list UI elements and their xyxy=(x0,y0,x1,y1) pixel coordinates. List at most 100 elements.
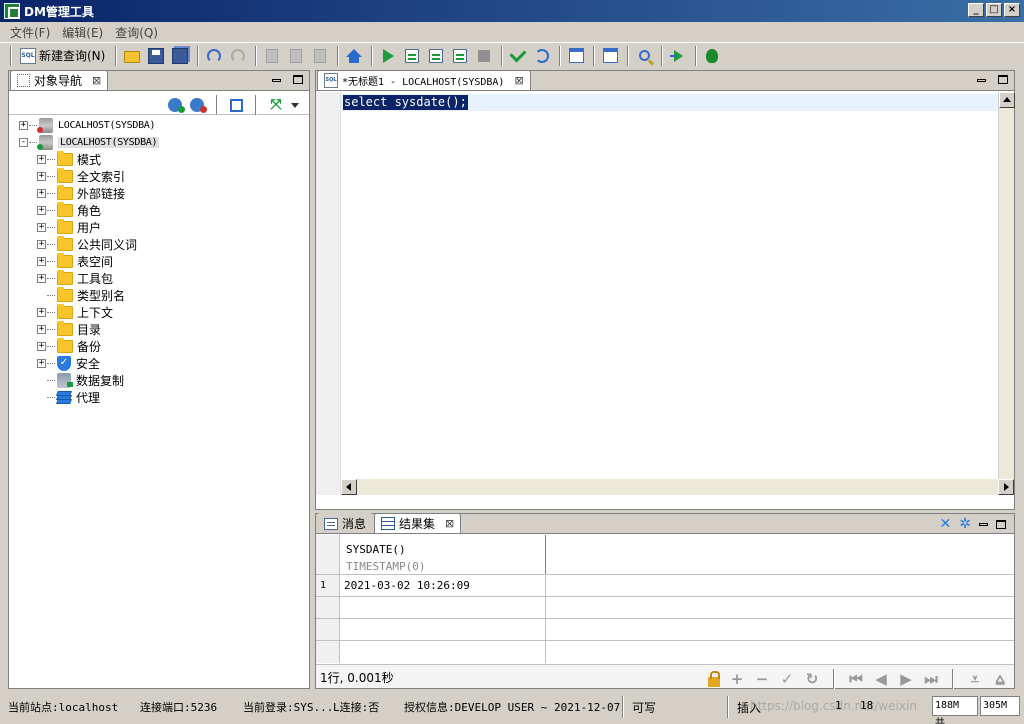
step-button[interactable] xyxy=(425,45,447,67)
tab-untitled-query[interactable]: SQL *无标题1 - LOCALHOST(SYSDBA) ⊠ xyxy=(317,70,531,90)
tree-item[interactable]: + 全文索引 xyxy=(9,168,309,185)
menu-file[interactable]: 文件(F) xyxy=(4,24,56,41)
close-icon[interactable]: ⊠ xyxy=(514,74,523,87)
tree-item[interactable]: 代理 xyxy=(9,389,309,406)
debug-button[interactable] xyxy=(701,45,723,67)
expand-icon[interactable]: + xyxy=(37,155,46,164)
tab-messages[interactable]: 消息 xyxy=(317,513,374,533)
expand-icon[interactable]: + xyxy=(37,172,46,181)
refresh-icon[interactable]: ↻ xyxy=(804,671,820,687)
cut-button[interactable] xyxy=(261,45,283,67)
prev-page-icon[interactable]: ◀ xyxy=(873,671,889,687)
delete-row-icon[interactable]: − xyxy=(754,671,770,687)
expand-icon[interactable]: + xyxy=(37,189,46,198)
tree-item[interactable]: + 工具包 xyxy=(9,270,309,287)
scroll-left-arrow-icon[interactable] xyxy=(341,479,357,495)
expand-all-icon[interactable]: ⤧ xyxy=(269,98,283,112)
add-row-icon[interactable]: + xyxy=(729,671,745,687)
maximize-button[interactable]: □ xyxy=(986,3,1002,17)
edit-icon[interactable] xyxy=(230,98,243,112)
tree-item[interactable]: 数据复制 xyxy=(9,372,309,389)
table-row[interactable]: 1 2021-03-02 10:26:09 xyxy=(316,575,1014,597)
scroll-right-arrow-icon[interactable] xyxy=(998,479,1014,495)
maximize-view-icon[interactable] xyxy=(998,75,1008,84)
tree-item[interactable]: + 表空间 xyxy=(9,253,309,270)
stop-button[interactable] xyxy=(473,45,495,67)
tree-item[interactable]: 类型别名 xyxy=(9,287,309,304)
open-button[interactable] xyxy=(121,45,143,67)
copy-button[interactable] xyxy=(285,45,307,67)
undo-button[interactable] xyxy=(203,45,225,67)
rollback-button[interactable] xyxy=(531,45,553,67)
maximize-view-icon[interactable] xyxy=(996,519,1006,529)
sql-code[interactable]: select sysdate(); xyxy=(343,95,468,110)
disconnect-icon[interactable] xyxy=(190,98,207,113)
schedule-button[interactable] xyxy=(599,45,621,67)
editor-vertical-scrollbar[interactable] xyxy=(998,92,1015,495)
export-button[interactable] xyxy=(667,45,689,67)
home-button[interactable] xyxy=(343,45,365,67)
expand-icon[interactable]: + xyxy=(37,325,46,334)
expand-icon[interactable]: + xyxy=(37,342,46,351)
tree-item[interactable]: + 目录 xyxy=(9,321,309,338)
minimize-view-icon[interactable] xyxy=(979,522,988,526)
lock-icon[interactable] xyxy=(708,670,720,687)
table-cell[interactable]: 2021-03-02 10:26:09 xyxy=(340,575,546,596)
last-page-icon[interactable]: ⏭ xyxy=(923,671,939,687)
tree-item[interactable]: + 外部链接 xyxy=(9,185,309,202)
tree-item[interactable]: + 角色 xyxy=(9,202,309,219)
expand-icon[interactable]: + xyxy=(37,359,46,368)
tree-item[interactable]: + 模式 xyxy=(9,151,309,168)
redo-button[interactable] xyxy=(227,45,249,67)
expand-icon[interactable]: + xyxy=(37,274,46,283)
expand-icon[interactable]: + xyxy=(37,308,46,317)
view-menu-icon[interactable] xyxy=(291,102,299,108)
calendar-button[interactable] xyxy=(565,45,587,67)
editor-horizontal-scrollbar[interactable] xyxy=(341,479,1014,495)
close-all-icon[interactable]: ✕ xyxy=(940,517,952,531)
minimize-view-icon[interactable] xyxy=(272,79,281,82)
minimize-button[interactable]: _ xyxy=(968,3,984,17)
paste-button[interactable] xyxy=(309,45,331,67)
collapse-icon[interactable]: ⩡ xyxy=(967,671,983,687)
find-button[interactable] xyxy=(633,45,655,67)
expand-icon[interactable]: ⩠ xyxy=(992,671,1008,687)
expand-icon[interactable]: + xyxy=(37,240,46,249)
tree-item[interactable]: + 上下文 xyxy=(9,304,309,321)
expand-icon[interactable]: + xyxy=(37,257,46,266)
scroll-up-arrow-icon[interactable] xyxy=(999,92,1015,108)
close-button[interactable]: × xyxy=(1004,3,1020,17)
close-icon[interactable]: ⊠ xyxy=(445,517,454,530)
tree-item[interactable]: + ✓ 安全 xyxy=(9,355,309,372)
execute-button[interactable] xyxy=(377,45,399,67)
new-query-button[interactable]: SQL 新建查询(N) xyxy=(16,45,109,67)
sql-editor[interactable]: select sysdate(); xyxy=(316,92,1015,495)
expand-icon[interactable]: + xyxy=(19,121,28,130)
save-button[interactable] xyxy=(145,45,167,67)
menu-edit[interactable]: 编辑(E) xyxy=(56,24,109,41)
maximize-view-icon[interactable] xyxy=(293,75,303,84)
tree-item[interactable]: + 公共同义词 xyxy=(9,236,309,253)
tree-item[interactable]: + LOCALHOST(SYSDBA) xyxy=(9,117,309,134)
menu-query[interactable]: 查询(Q) xyxy=(109,24,164,41)
close-icon[interactable]: ⊠ xyxy=(92,74,101,87)
execute-script-button[interactable] xyxy=(449,45,471,67)
settings-icon[interactable]: ✲ xyxy=(959,517,971,531)
tree-item[interactable]: + 备份 xyxy=(9,338,309,355)
first-page-icon[interactable]: ⏮ xyxy=(848,671,864,687)
expand-icon[interactable]: + xyxy=(37,206,46,215)
next-page-icon[interactable]: ▶ xyxy=(898,671,914,687)
collapse-icon[interactable]: - xyxy=(19,138,28,147)
tab-result-set[interactable]: 结果集 ⊠ xyxy=(374,513,462,533)
expand-icon[interactable]: + xyxy=(37,223,46,232)
tree-item[interactable]: - LOCALHOST(SYSDBA) xyxy=(9,134,309,151)
apply-check-icon[interactable]: ✓ xyxy=(779,671,795,687)
tree-item[interactable]: + 用户 xyxy=(9,219,309,236)
tab-object-navigator[interactable]: 对象导航 ⊠ xyxy=(10,70,109,90)
minimize-view-icon[interactable] xyxy=(977,79,986,82)
column-header-sysdate[interactable]: SYSDATE() TIMESTAMP(0) xyxy=(340,535,546,574)
save-all-button[interactable] xyxy=(169,45,191,67)
connect-icon[interactable] xyxy=(168,98,185,113)
commit-button[interactable] xyxy=(507,45,529,67)
memory-total[interactable]: 305M xyxy=(980,696,1020,716)
